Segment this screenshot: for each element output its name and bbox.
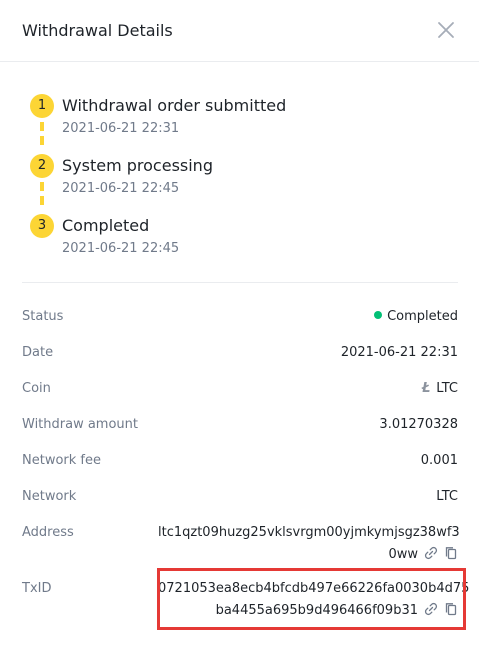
step-label: System processing (62, 156, 213, 175)
date-value: 2021-06-21 22:31 (340, 345, 458, 360)
step-item: 2 System processing 2021-06-21 22:45 (30, 154, 460, 204)
withdraw-amount-label: Withdraw amount (22, 417, 139, 432)
step-timestamp: 2021-06-21 22:45 (62, 181, 180, 196)
status-label: Status (22, 309, 64, 324)
step-timestamp: 2021-06-21 22:45 (62, 241, 180, 256)
step-number-badge: 3 (30, 214, 54, 238)
withdrawal-details-dialog: Withdrawal Details 1 Withdrawal order su… (0, 0, 479, 657)
network-fee-label: Network fee (22, 453, 101, 468)
network-fee-value: 0.001 (420, 453, 458, 468)
address-label: Address (22, 525, 74, 540)
step-label: Withdrawal order submitted (62, 96, 287, 115)
coin-value: Ł LTC (422, 380, 458, 398)
status-dot-icon (374, 311, 383, 319)
address-line: ltc1qzt09huzg25vklsvrgm00yjmkymjsgz38wf3 (158, 525, 460, 540)
txid-line: 0721053ea8ecb4bfcdb497e66226fa0030b4d75 (158, 581, 470, 596)
date-label: Date (22, 345, 54, 360)
address-line: 0ww (388, 547, 418, 562)
dialog-header: Withdrawal Details (0, 0, 479, 62)
close-icon[interactable] (435, 19, 457, 41)
copy-icon[interactable] (444, 546, 458, 560)
link-icon[interactable] (424, 602, 438, 616)
txid-line: ba4455a695b9d496466f09b31 (215, 603, 418, 618)
step-label: Completed (62, 216, 150, 235)
coin-symbol: LTC (436, 381, 458, 396)
step-number-badge: 1 (30, 94, 54, 118)
network-value: LTC (436, 489, 458, 504)
step-item: 1 Withdrawal order submitted 2021-06-21 … (30, 94, 460, 144)
txid-line-end: ba4455a695b9d496466f09b31 (158, 600, 458, 622)
status-text: Completed (387, 309, 458, 324)
withdraw-amount-value: 3.01270328 (379, 417, 458, 432)
txid-value[interactable]: 0721053ea8ecb4bfcdb497e66226fa0030b4d75 … (158, 578, 470, 622)
status-value: Completed (374, 308, 458, 326)
step-number-badge: 2 (30, 154, 54, 178)
coin-label: Coin (22, 381, 51, 396)
step-timestamp: 2021-06-21 22:31 (62, 121, 180, 136)
address-value: ltc1qzt09huzg25vklsvrgm00yjmkymjsgz38wf3… (158, 522, 460, 566)
litecoin-icon: Ł (421, 381, 431, 396)
dialog-title: Withdrawal Details (22, 21, 173, 40)
network-label: Network (22, 489, 77, 504)
address-line-end: 0ww (158, 544, 458, 566)
txid-label: TxID (22, 581, 52, 596)
step-item: 3 Completed 2021-06-21 22:45 (30, 214, 460, 264)
link-icon[interactable] (424, 546, 438, 560)
copy-icon[interactable] (444, 602, 458, 616)
section-divider (22, 282, 458, 283)
